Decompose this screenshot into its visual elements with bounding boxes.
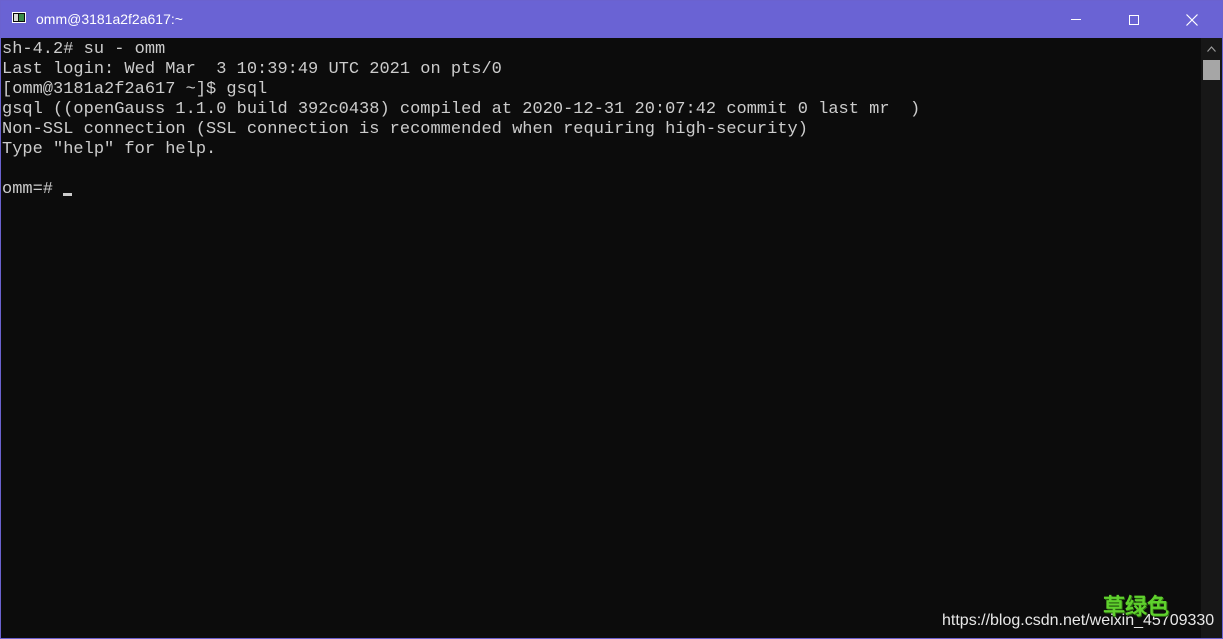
terminal-line: gsql ((openGauss 1.1.0 build 392c0438) c… bbox=[2, 100, 921, 119]
watermark-brand: 草绿色 bbox=[1103, 595, 1170, 620]
maximize-button[interactable] bbox=[1105, 1, 1163, 38]
title-bar[interactable]: omm@3181a2f2a617:~ bbox=[1, 1, 1222, 38]
chevron-up-icon bbox=[1207, 45, 1216, 52]
terminal-app-icon[interactable] bbox=[12, 12, 26, 23]
close-icon bbox=[1186, 13, 1198, 26]
terminal-line: Non-SSL connection (SSL connection is re… bbox=[2, 120, 808, 139]
terminal-line: Type "help" for help. bbox=[2, 140, 217, 159]
terminal-line: Last login: Wed Mar 3 10:39:49 UTC 2021 … bbox=[2, 60, 502, 79]
scroll-thumb[interactable] bbox=[1203, 60, 1220, 80]
scroll-up-button[interactable] bbox=[1201, 38, 1222, 59]
terminal-line: sh-4.2# su - omm bbox=[2, 40, 166, 59]
terminal-window: omm@3181a2f2a617:~ sh-4.2# su - omm Last… bbox=[0, 0, 1223, 639]
close-button[interactable] bbox=[1163, 1, 1221, 38]
prompt-line[interactable]: omm=# bbox=[2, 180, 1201, 200]
minimize-button[interactable] bbox=[1047, 1, 1105, 38]
shell-prompt: omm=# bbox=[2, 180, 64, 199]
watermark-url: https://blog.csdn.net/weixin_45709330 bbox=[942, 612, 1215, 629]
maximize-icon bbox=[1129, 14, 1139, 25]
text-cursor bbox=[63, 193, 73, 196]
minimize-icon bbox=[1071, 19, 1081, 20]
vertical-scrollbar[interactable] bbox=[1201, 38, 1222, 638]
terminal-line: [omm@3181a2f2a617 ~]$ gsql bbox=[2, 80, 268, 99]
terminal-output[interactable]: sh-4.2# su - omm Last login: Wed Mar 3 1… bbox=[1, 38, 1201, 638]
window-title: omm@3181a2f2a617:~ bbox=[36, 11, 183, 27]
